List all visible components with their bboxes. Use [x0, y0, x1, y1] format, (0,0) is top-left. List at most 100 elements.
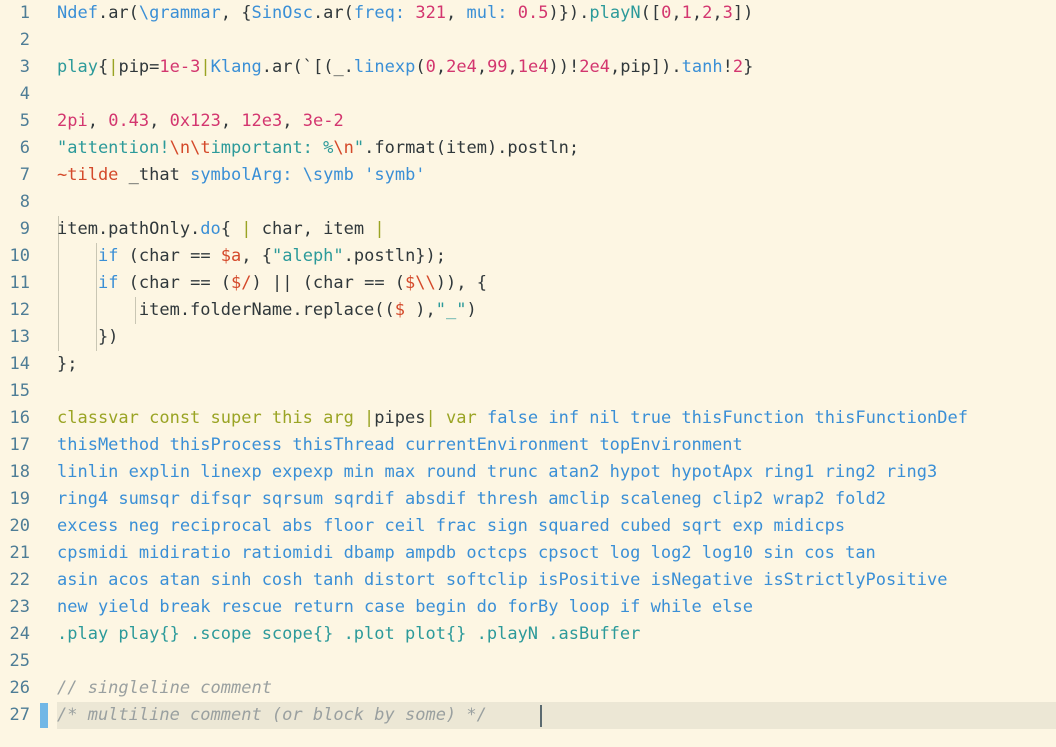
code-line[interactable]: 20 excess neg reciprocal abs floor ceil f… — [0, 513, 1056, 540]
token-plain: , — [435, 57, 447, 77]
code-line[interactable]: 2 — [0, 27, 1056, 54]
code-line[interactable]: 7 ~tilde _that symbolArg: \symb 'symb' — [0, 162, 1056, 189]
code-line[interactable]: 21 cpsmidi midiratio ratiomidi dbamp ampd… — [0, 540, 1056, 567]
code-line[interactable]: 4 — [0, 81, 1056, 108]
token-number: 0 — [661, 3, 672, 23]
line-number: 16 — [9, 408, 30, 428]
code-line[interactable]: 15 — [0, 378, 1056, 405]
code-editor[interactable]: 1 Ndef.ar(\grammar, {SinOsc.ar(freq: 321,… — [0, 0, 1056, 747]
line-content[interactable]: asin acos atan sinh cosh tanh distort so… — [57, 567, 947, 594]
code-line[interactable]: 25 — [0, 648, 1056, 675]
code-line[interactable]: 22 asin acos atan sinh cosh tanh distort … — [0, 567, 1056, 594]
token-builtin: excess neg reciprocal abs floor ceil fra… — [57, 516, 846, 536]
line-content[interactable]: }; — [57, 351, 77, 378]
code-line[interactable]: 12 item.folderName.replace(($ ),"_") — [0, 297, 1056, 324]
line-content[interactable]: item.folderName.replace(($ ),"_") — [57, 297, 477, 324]
line-number: 1 — [19, 3, 30, 23]
line-content[interactable]: // singleline comment — [57, 675, 272, 702]
line-content[interactable]: item.pathOnly.do{ | char, item | — [57, 216, 385, 243]
line-content[interactable]: if (char == $a, {"aleph".postln}); — [57, 243, 446, 270]
line-content[interactable]: if (char == ($/) || (char == ($\\)), { — [57, 270, 487, 297]
code-line[interactable]: 8 — [0, 189, 1056, 216]
token-string: "attention! — [57, 138, 170, 158]
token-number: 2 — [732, 57, 744, 77]
code-line[interactable]: 18 linlin explin linexp expexp min max ro… — [0, 459, 1056, 486]
line-content[interactable]: Ndef.ar(\grammar, {SinOsc.ar(freq: 321, … — [57, 0, 753, 27]
code-line[interactable]: 10 if (char == $a, {"aleph".postln}); — [0, 243, 1056, 270]
line-content[interactable]: thisMethod thisProcess thisThread curren… — [57, 432, 743, 459]
token-symbol: mul: — [466, 3, 508, 23]
token-constant: thisMethod thisProcess thisThread curren… — [57, 435, 743, 455]
token-plain: _that — [118, 165, 191, 185]
line-content[interactable]: 2pi, 0.43, 0x123, 12e3, 3e-2 — [57, 108, 344, 135]
token-plain: pip= — [118, 57, 160, 77]
line-content[interactable]: linlin explin linexp expexp min max roun… — [57, 459, 937, 486]
token-builtin: linexp — [353, 57, 416, 77]
line-number: 2 — [19, 30, 30, 50]
token-number: 12e3 — [241, 111, 283, 131]
line-content[interactable]: play{|pip=1e-3|Klang.ar(`[(_.linexp(0,2e… — [57, 54, 753, 81]
token-char: $\\ — [405, 273, 436, 293]
token-plain: .format(item).postln; — [364, 138, 580, 158]
token-builtin: cpsmidi midiratio ratiomidi dbamp ampdb … — [57, 543, 876, 563]
token-plain: char, item — [251, 219, 375, 239]
text-caret — [540, 705, 542, 727]
token-keyword: classvar const super this arg — [57, 408, 365, 428]
line-content[interactable]: excess neg reciprocal abs floor ceil fra… — [57, 513, 845, 540]
token-symbol: freq: — [353, 3, 406, 23]
token-number: 0 — [425, 57, 436, 77]
line-number: 9 — [19, 219, 30, 239]
token-symbol: symbolArg: — [190, 165, 293, 185]
line-content[interactable]: "attention!\n\timportant: %\n".format(it… — [57, 135, 579, 162]
token-builtin: tanh — [681, 57, 723, 77]
token-number: 1 — [681, 3, 692, 23]
line-content[interactable]: }) — [57, 324, 118, 351]
token-builtin: if — [97, 273, 119, 293]
line-content[interactable]: .play play{} .scope scope{} .plot plot{}… — [57, 621, 640, 648]
line-content[interactable]: new yield break rescue return case begin… — [57, 594, 753, 621]
code-line[interactable]: 14}; — [0, 351, 1056, 378]
line-content[interactable]: ring4 sumsqr difsqr sqrsum sqrdif absdif… — [57, 486, 886, 513]
code-line[interactable]: 17 thisMethod thisProcess thisThread curr… — [0, 432, 1056, 459]
line-content[interactable]: classvar const super this arg |pipes| va… — [57, 405, 968, 432]
token-pipe: | — [374, 219, 385, 239]
line-content[interactable]: /* multiline comment (or block by some) … — [57, 702, 487, 729]
line-number: 18 — [9, 462, 30, 482]
line-content[interactable]: cpsmidi midiratio ratiomidi dbamp ampdb … — [57, 540, 876, 567]
code-line[interactable]: 13 }) — [0, 324, 1056, 351]
line-number: 24 — [9, 624, 30, 644]
token-class: SinOsc — [251, 3, 313, 23]
token-pipe: | — [200, 57, 211, 77]
token-escape: \n — [169, 138, 191, 158]
code-line[interactable]: 23 new yield break rescue return case beg… — [0, 594, 1056, 621]
code-line[interactable]: 6 "attention!\n\timportant: %\n".format(i… — [0, 135, 1056, 162]
token-plain: , — [507, 57, 518, 77]
code-line[interactable]: 19 ring4 sumsqr difsqr sqrsum sqrdif absd… — [0, 486, 1056, 513]
token-method: play — [57, 57, 98, 77]
token-number: 2pi — [57, 111, 88, 131]
token-plain: item.folderName.replace(( — [57, 300, 395, 320]
code-line[interactable]: 26 // singleline comment — [0, 675, 1056, 702]
code-line[interactable]: 24 .play play{} .scope scope{} .plot plot… — [0, 621, 1056, 648]
editor-lines[interactable]: 1 Ndef.ar(\grammar, {SinOsc.ar(freq: 321,… — [0, 0, 1056, 729]
code-line[interactable]: 16 classvar const super this arg |pipes| … — [0, 405, 1056, 432]
code-line[interactable]: 9 item.pathOnly.do{ | char, item | — [0, 216, 1056, 243]
token-escape: \n — [333, 138, 354, 158]
line-number: 12 — [9, 300, 30, 320]
code-line[interactable]: 11 if (char == ($/) || (char == ($\\)), … — [0, 270, 1056, 297]
token-plain: ) — [466, 300, 477, 320]
token-symbol: \symb — [302, 165, 354, 185]
code-line[interactable]: 27 /* multiline comment (or block by some… — [0, 702, 1056, 729]
code-line[interactable]: 5 2pi, 0.43, 0x123, 12e3, 3e-2 — [0, 108, 1056, 135]
code-line[interactable]: 1 Ndef.ar(\grammar, {SinOsc.ar(freq: 321,… — [0, 0, 1056, 27]
line-content[interactable]: ~tilde _that symbolArg: \symb 'symb' — [57, 162, 426, 189]
line-number: 25 — [9, 651, 30, 671]
token-plain: , — [446, 3, 467, 23]
token-comment: // singleline comment — [57, 678, 272, 698]
token-builtin: linlin explin linexp expexp min max roun… — [57, 462, 938, 482]
token-escape: \t — [190, 138, 211, 158]
code-line[interactable]: 3 play{|pip=1e-3|Klang.ar(`[(_.linexp(0,2… — [0, 54, 1056, 81]
